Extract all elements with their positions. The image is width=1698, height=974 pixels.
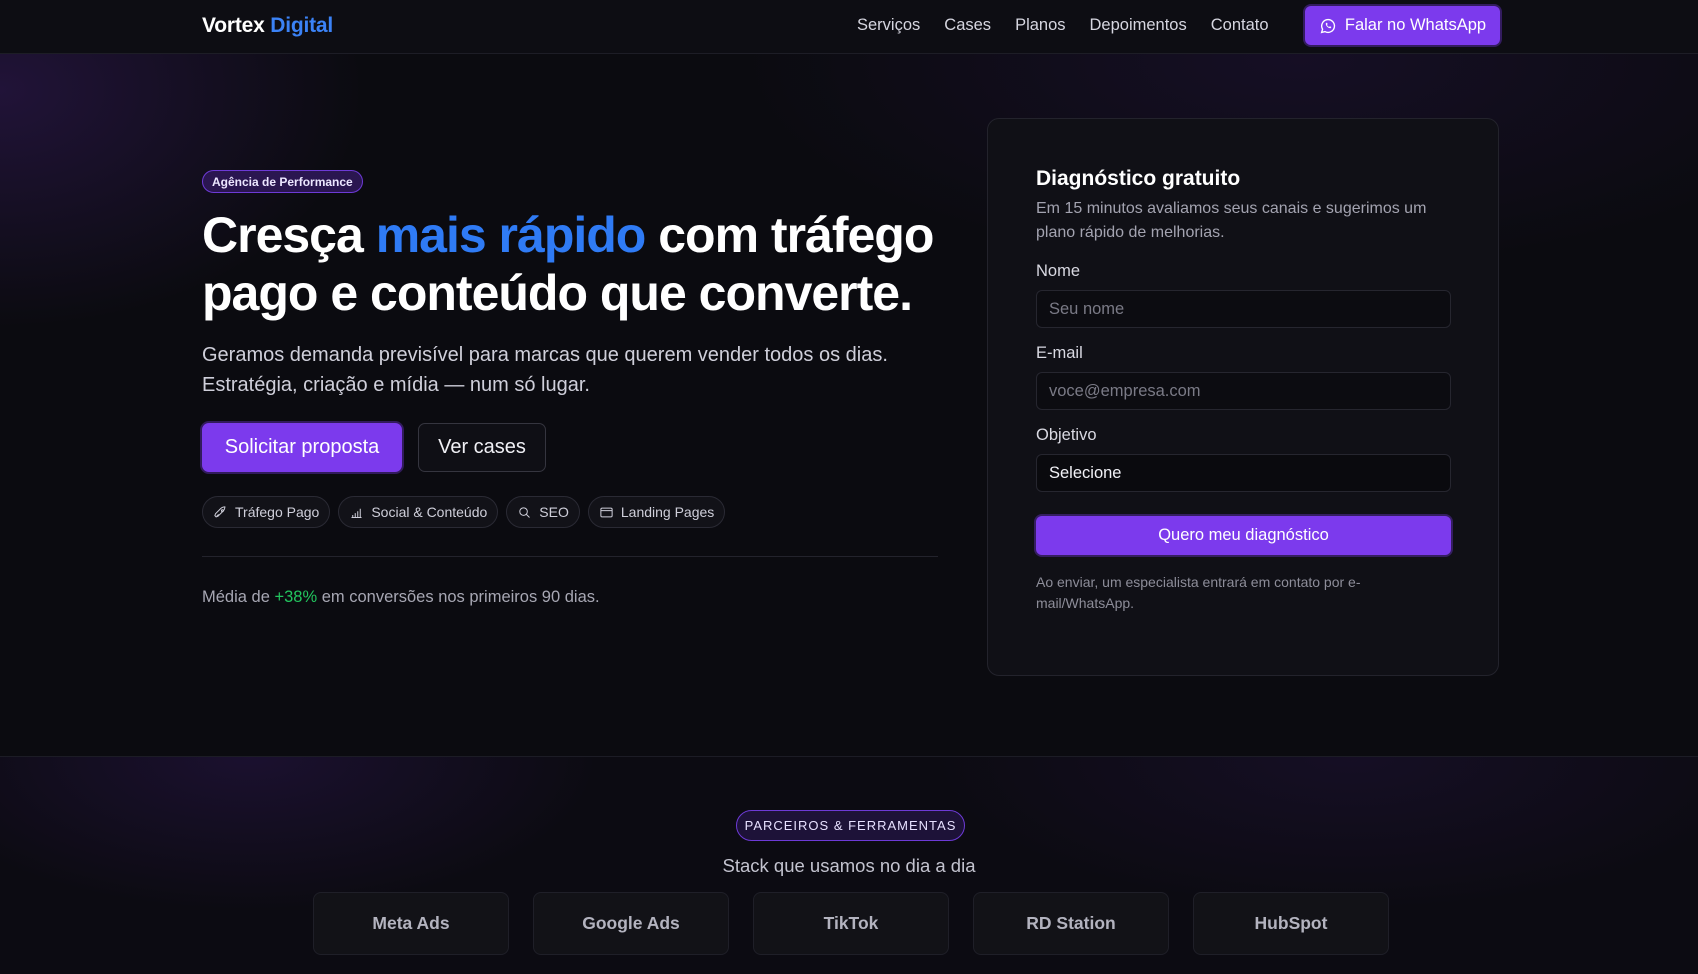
partners-title: Stack que usamos no dia a dia: [722, 855, 976, 876]
nav-link-depoimentos[interactable]: Depoimentos: [1090, 16, 1187, 35]
partner-logo-rd-station: RD Station: [973, 892, 1169, 955]
chip-seo: SEO: [506, 496, 580, 528]
chip-label: Landing Pages: [620, 504, 715, 520]
partner-logo-tiktok: TikTok: [753, 892, 949, 955]
hero-headline: Cresça mais rápido com tráfego pago e co…: [202, 206, 962, 322]
chip-landing-pages: Landing Pages: [587, 496, 726, 528]
partner-logo-meta-ads: Meta Ads: [313, 892, 509, 955]
form-note: Ao enviar, um especialista entrará em co…: [1036, 574, 1361, 611]
headline-highlight: mais rápido: [375, 207, 647, 263]
hero-subtitle-line1: Geramos demanda previsível para marcas q…: [202, 344, 888, 366]
headline-part1: Cresça: [202, 207, 376, 263]
goal-select[interactable]: Selecione: [1036, 454, 1451, 492]
name-label: Nome: [1036, 262, 1081, 280]
chip-label: Social & Conteúdo: [371, 504, 488, 520]
stat-suffix: em conversões nos primeiros 90 dias.: [317, 588, 600, 606]
nav-link-servicos[interactable]: Serviços: [857, 16, 920, 35]
chip-label: Tráfego Pago: [235, 504, 320, 520]
service-chips: Tráfego Pago Social & Conteúdo SEO Landi…: [202, 496, 726, 528]
partner-logos: Meta Ads Google Ads TikTok RD Station Hu…: [313, 892, 1389, 955]
submit-diagnostic-button[interactable]: Quero meu diagnóstico: [1036, 516, 1451, 555]
hero-subtitle-line2: Estratégia, criação e mídia — num só lug…: [202, 374, 590, 396]
conversion-stat: Média de +38% em conversões nos primeiro…: [202, 588, 600, 607]
nav-link-planos[interactable]: Planos: [1015, 16, 1065, 35]
email-label: E-mail: [1036, 344, 1083, 362]
diagnostic-form-card: Diagnóstico gratuito Em 15 minutos avali…: [987, 118, 1499, 676]
nav-link-contato[interactable]: Contato: [1211, 16, 1269, 35]
form-description: Em 15 minutos avaliamos seus canais e su…: [1036, 200, 1427, 241]
chip-label: SEO: [539, 504, 569, 520]
bar-chart-icon: [351, 508, 362, 518]
hero-badge: Agência de Performance: [202, 170, 363, 193]
hero-subtitle: Geramos demanda previsível para marcas q…: [202, 340, 962, 400]
browser-window-icon: [600, 507, 613, 517]
partner-logo-hubspot: HubSpot: [1193, 892, 1389, 955]
stat-value: +38%: [274, 588, 318, 606]
landing-page: Vortex Digital Serviços Cases Planos Dep…: [0, 0, 1698, 974]
search-icon: [519, 506, 531, 518]
request-proposal-button[interactable]: Solicitar proposta: [202, 423, 402, 472]
stat-prefix: Média de: [202, 588, 275, 606]
partner-logo-google-ads: Google Ads: [533, 892, 729, 955]
whatsapp-icon: [1320, 18, 1335, 33]
whatsapp-button[interactable]: Falar no WhatsApp: [1305, 6, 1500, 45]
brand-logo[interactable]: Vortex Digital: [202, 14, 333, 38]
nav-link-cases[interactable]: Cases: [944, 16, 991, 35]
name-input[interactable]: [1036, 290, 1451, 328]
brand-accent: Digital: [270, 14, 334, 37]
rocket-icon: [214, 505, 226, 517]
brand-name: Vortex: [202, 14, 265, 37]
email-input[interactable]: [1036, 372, 1451, 410]
nav-links: Serviços Cases Planos Depoimentos Contat…: [857, 16, 1269, 35]
form-title: Diagnóstico gratuito: [1036, 167, 1241, 190]
top-navbar: Vortex Digital Serviços Cases Planos Dep…: [0, 0, 1698, 54]
chip-trafego-pago: Tráfego Pago: [202, 496, 331, 528]
view-cases-button[interactable]: Ver cases: [418, 423, 546, 472]
whatsapp-button-label: Falar no WhatsApp: [1344, 16, 1487, 34]
partners-section: PARCEIROS & FERRAMENTAS Stack que usamos…: [0, 756, 1698, 974]
goal-label: Objetivo: [1036, 426, 1097, 444]
partners-badge: PARCEIROS & FERRAMENTAS: [736, 810, 965, 841]
chip-social-conteudo: Social & Conteúdo: [338, 496, 499, 528]
hero-divider: [202, 556, 938, 557]
